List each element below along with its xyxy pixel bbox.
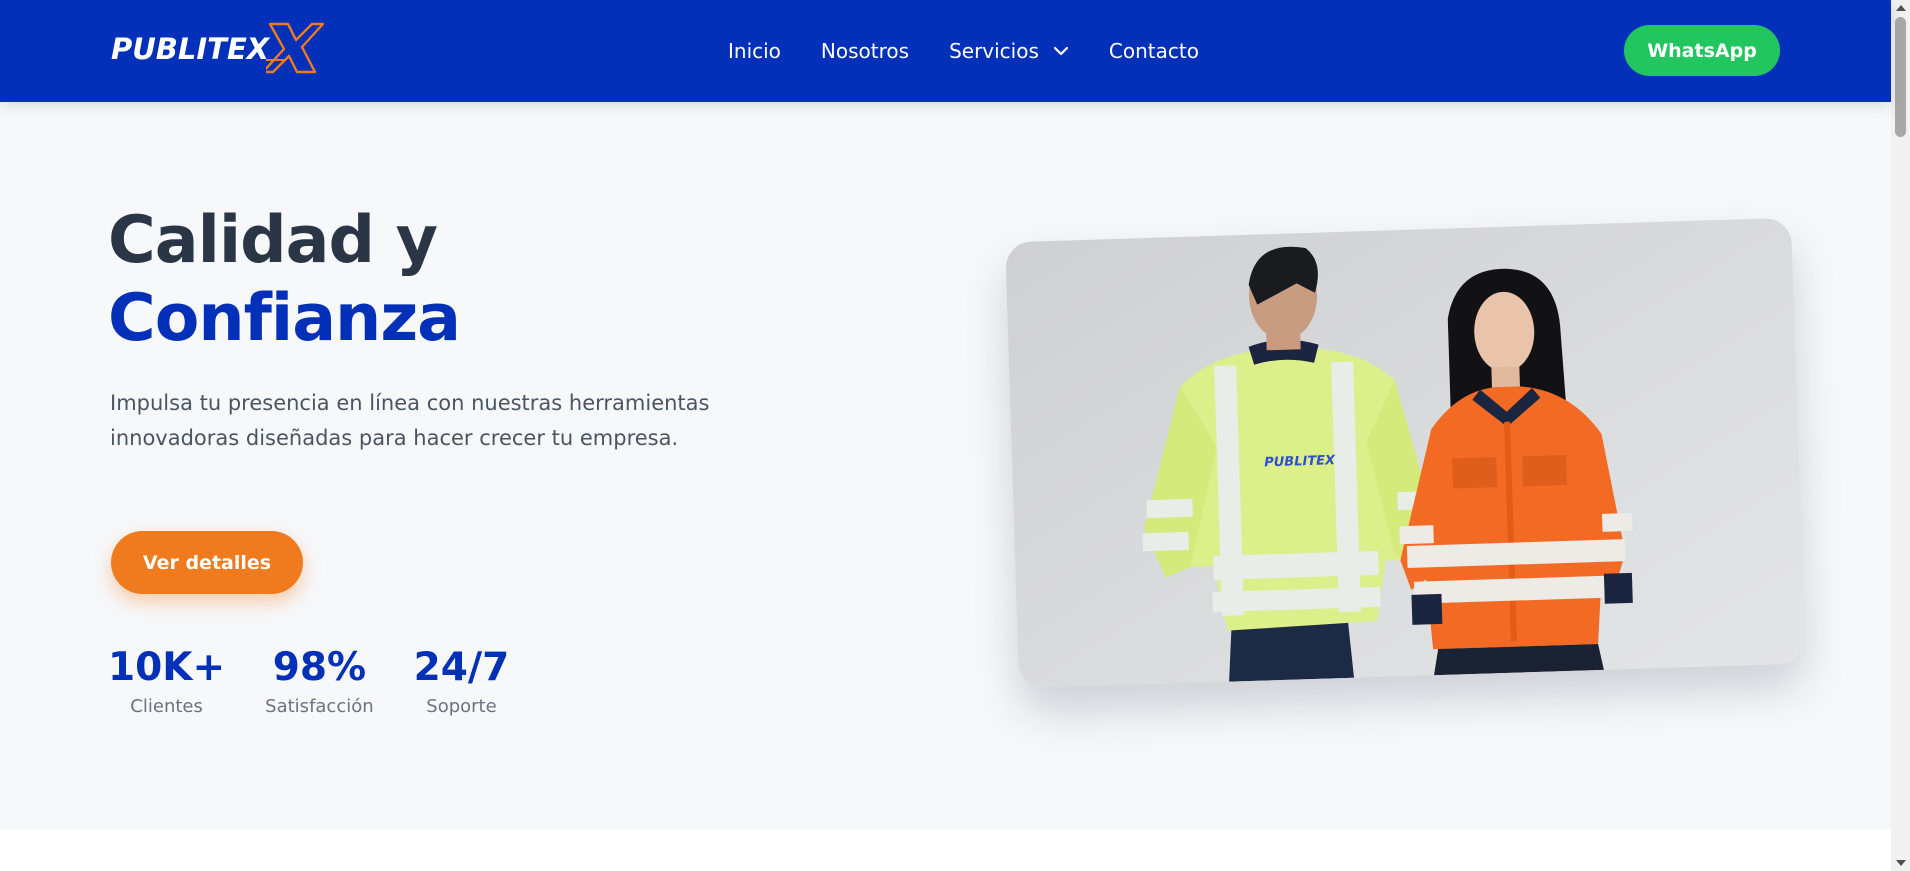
nav-servicios-dropdown[interactable]: Servicios [949, 39, 1069, 63]
stat-label: Clientes [130, 696, 203, 717]
ver-detalles-button[interactable]: Ver detalles [111, 531, 303, 594]
page: PUBLITEX Inicio Nosotros Servicios Conta… [0, 0, 1910, 871]
brand-name: PUBLITEX [111, 32, 270, 66]
stat-value: 98% [272, 645, 367, 690]
nav-servicios-label: Servicios [949, 39, 1039, 63]
workwear-photo-illustration: PUBLITEX [1005, 217, 1805, 689]
whatsapp-button[interactable]: WhatsApp [1624, 25, 1780, 76]
hero-title-line1: Calidad y [108, 203, 438, 278]
stat-value: 10K+ [108, 645, 226, 690]
hero-title: Calidad y Confianza [108, 202, 461, 358]
nav-contacto[interactable]: Contacto [1109, 39, 1199, 63]
stat-soporte: 24/7 Soporte [414, 644, 510, 722]
hero-stats: 10K+ Clientes 98% Satisfacción 24/7 Sopo… [108, 644, 549, 722]
next-section [0, 830, 1891, 871]
chevron-down-icon [1053, 46, 1068, 56]
nav-inicio[interactable]: Inicio [728, 39, 781, 63]
hero-section: Calidad y Confianza Impulsa tu presencia… [0, 102, 1891, 830]
page-scrollbar[interactable] [1891, 0, 1910, 871]
stat-value: 24/7 [413, 645, 510, 690]
scroll-down-arrow-icon[interactable] [1896, 860, 1906, 866]
hero-description: Impulsa tu presencia en línea con nuestr… [110, 391, 710, 450]
stat-label: Soporte [426, 696, 497, 717]
scroll-up-arrow-icon[interactable] [1896, 5, 1906, 11]
stat-label: Satisfacción [265, 696, 374, 717]
stat-satisfaccion: 98% Satisfacción [265, 644, 373, 722]
hero-title-line2: Confianza [108, 281, 461, 356]
nav-nosotros[interactable]: Nosotros [821, 39, 909, 63]
navbar: PUBLITEX Inicio Nosotros Servicios Conta… [0, 0, 1891, 102]
scroll-thumb[interactable] [1895, 17, 1906, 137]
logo-x-mark-icon [266, 22, 324, 74]
main-nav: Inicio Nosotros Servicios Contacto [728, 0, 1199, 102]
hero-image: PUBLITEX [1005, 217, 1805, 689]
stat-clientes: 10K+ Clientes [108, 644, 225, 722]
shirt-print: PUBLITEX [1264, 453, 1336, 470]
brand-logo[interactable]: PUBLITEX [110, 22, 324, 74]
